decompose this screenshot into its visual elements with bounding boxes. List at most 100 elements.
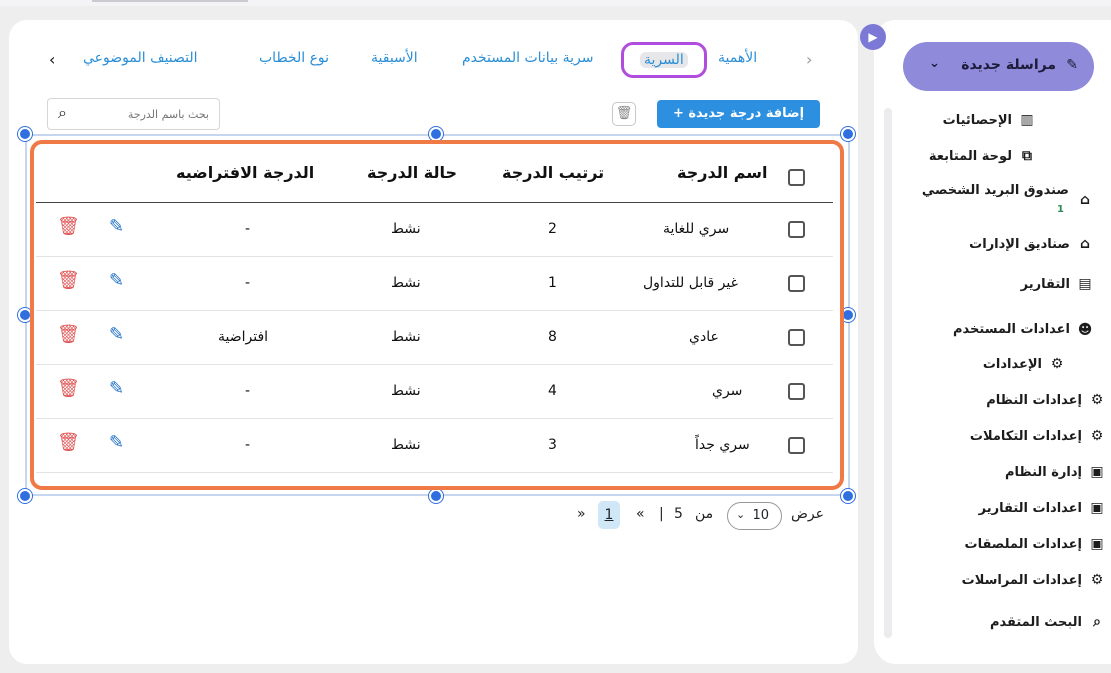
- column-name: اسم الدرجة: [677, 163, 768, 182]
- prev-page-button[interactable]: «: [636, 506, 645, 522]
- sidebar-item-system-settings[interactable]: ⚙ إعدادات النظام: [888, 390, 1111, 414]
- row-checkbox[interactable]: [788, 383, 805, 400]
- sidebar-item-reports[interactable]: ◀ ▤ التقارير: [888, 274, 1111, 298]
- trash-icon[interactable]: 🗑: [57, 270, 80, 291]
- sidebar-item-advanced-search[interactable]: ⌕ البحث المتقدم: [888, 612, 1111, 636]
- sidebar-item-label: البحث المتقدم: [989, 615, 1082, 630]
- cell-order: 3: [548, 437, 557, 453]
- table-header: اسم الدرجة ترتيب الدرجة حالة الدرجة الدر…: [36, 151, 833, 203]
- tab-subject-classification[interactable]: التصنيف الموضوعي: [83, 50, 198, 66]
- compose-button[interactable]: ✎ مراسلة جديدة ⌄: [903, 42, 1094, 91]
- chevron-down-icon: ⌄: [736, 508, 746, 521]
- next-page-button[interactable]: »: [577, 506, 586, 522]
- trash-icon[interactable]: 🗑: [57, 432, 80, 453]
- edit-icon[interactable]: ✎: [109, 324, 124, 345]
- edit-icon[interactable]: ✎: [109, 216, 124, 237]
- tab-confidentiality[interactable]: السرية: [621, 42, 707, 78]
- select-all-checkbox[interactable]: [788, 169, 805, 186]
- user-gear-icon: ☻: [1077, 322, 1093, 338]
- sidebar-item-system-management[interactable]: ▣ إدارة النظام: [888, 462, 1111, 486]
- page-size-value: 10: [752, 508, 769, 523]
- card-icon: ▣: [1090, 500, 1104, 516]
- cell-name: عادي: [689, 329, 719, 345]
- gear-icon: ⚙: [1090, 392, 1104, 408]
- inbox-icon: ⌂: [1079, 192, 1091, 208]
- edit-icon[interactable]: ✎: [109, 378, 124, 399]
- current-page-button[interactable]: 1: [598, 501, 620, 529]
- table-row: عادي 8 نشط افتراضية ✎ 🗑: [36, 311, 833, 365]
- cell-default: -: [245, 221, 251, 237]
- sidebar-item-label: صناديق الإدارات: [969, 237, 1070, 252]
- bulk-delete-button[interactable]: 🗑: [612, 102, 636, 126]
- sidebar-item-personal-inbox[interactable]: ◀ ⌂ صندوق البريد الشخصي 1: [888, 180, 1111, 215]
- resize-handle[interactable]: [841, 127, 855, 141]
- sidebar: ✎ مراسلة جديدة ⌄ ▥ الإحصائيات ⧉ لوحة الم…: [874, 20, 1111, 664]
- table-row: غير قابل للتداول 1 نشط - ✎ 🗑: [36, 257, 833, 311]
- edit-icon[interactable]: ✎: [109, 270, 124, 291]
- search-input[interactable]: [89, 105, 209, 123]
- trash-icon[interactable]: 🗑: [57, 324, 80, 345]
- pencil-icon: ✎: [1066, 57, 1078, 73]
- tab-label: السرية: [640, 52, 688, 68]
- cell-name: سري جداً: [695, 437, 750, 453]
- page-size-select[interactable]: 10 ⌄: [727, 502, 782, 530]
- resize-handle[interactable]: [429, 489, 443, 503]
- of-label: من: [695, 506, 714, 522]
- sidebar-item-integrations-settings[interactable]: ⚙ إعدادات التكاملات: [888, 426, 1111, 450]
- sidebar-item-department-inboxes[interactable]: ◀ ⌂ صناديق الإدارات: [888, 234, 1111, 258]
- resize-handle[interactable]: [18, 489, 32, 503]
- sidebar-item-label: إعدادات الملصقات: [964, 537, 1083, 552]
- row-checkbox[interactable]: [788, 437, 805, 454]
- tab-priority[interactable]: الأسبقية: [371, 50, 418, 66]
- compose-label: مراسلة جديدة: [961, 57, 1056, 73]
- row-checkbox[interactable]: [788, 329, 805, 346]
- sidebar-item-correspondence-settings[interactable]: ⚙ إعدادات المراسلات: [888, 570, 1111, 594]
- column-default: الدرجة الافتراضيه: [176, 163, 315, 182]
- sidebar-item-dashboard[interactable]: ⧉ لوحة المتابعة: [888, 146, 1111, 170]
- resize-handle[interactable]: [841, 489, 855, 503]
- search-icon: ⌕: [1093, 614, 1101, 630]
- column-status: حالة الدرجة: [367, 163, 457, 182]
- sidebar-item-label: صندوق البريد الشخصي: [921, 183, 1069, 198]
- cell-default: افتراضية: [218, 329, 269, 345]
- sidebar-item-reports-settings[interactable]: ▣ اعدادات التقارير: [888, 498, 1111, 522]
- tab-importance[interactable]: الأهمية: [718, 50, 757, 66]
- tab-letter-type[interactable]: نوع الخطاب: [259, 50, 329, 66]
- column-order: ترتيب الدرجة: [502, 163, 605, 182]
- sidebar-item-user-settings[interactable]: ◀ ☻ اعدادات المستخدم: [888, 316, 1111, 340]
- sidebar-item-statistics[interactable]: ▥ الإحصائيات: [888, 110, 1111, 134]
- inbox-icon: ⌂: [1079, 236, 1091, 252]
- sidebar-item-label: الإعدادات: [982, 357, 1042, 372]
- edit-icon[interactable]: ✎: [109, 432, 124, 453]
- sidebar-item-label: اعدادات المستخدم: [952, 322, 1070, 337]
- sidebar-item-labels-settings[interactable]: ▣ إعدادات الملصقات: [888, 534, 1111, 558]
- sidebar-item-label: لوحة المتابعة: [928, 149, 1012, 164]
- chevron-left-icon[interactable]: ‹: [49, 50, 55, 69]
- row-checkbox[interactable]: [788, 221, 805, 238]
- search-box[interactable]: ⌕: [47, 98, 220, 130]
- cell-status: نشط: [391, 329, 421, 345]
- total-pages: 5: [674, 506, 683, 522]
- trash-icon[interactable]: 🗑: [57, 216, 80, 237]
- bar-chart-icon: ▥: [1020, 112, 1034, 128]
- table-row: سري جداً 3 نشط - ✎ 🗑: [36, 419, 833, 473]
- add-degree-button[interactable]: + إضافة درجة جديدة: [657, 100, 820, 128]
- card-icon: ▣: [1090, 464, 1104, 480]
- trash-icon[interactable]: 🗑: [57, 378, 80, 399]
- gear-icon: ⚙: [1090, 572, 1104, 588]
- chevron-down-icon[interactable]: ⌄: [929, 56, 940, 71]
- cell-status: نشط: [391, 383, 421, 399]
- cell-default: -: [245, 383, 251, 399]
- resize-handle[interactable]: [429, 127, 443, 141]
- cell-status: نشط: [391, 437, 421, 453]
- row-checkbox[interactable]: [788, 275, 805, 292]
- main-card: › الأهمية السرية سرية بيانات المستخدم ال…: [9, 20, 858, 664]
- chevron-right-icon[interactable]: ›: [806, 50, 812, 69]
- resize-handle[interactable]: [18, 127, 32, 141]
- sidebar-item-settings[interactable]: ▲ ⚙ الإعدادات: [888, 354, 1111, 378]
- sidebar-item-label: إدارة النظام: [1005, 465, 1082, 480]
- gear-icon: ⚙: [1050, 356, 1064, 372]
- cell-status: نشط: [391, 275, 421, 291]
- tab-user-data-confidentiality[interactable]: سرية بيانات المستخدم: [462, 50, 594, 66]
- sidebar-toggle-button[interactable]: ▶: [860, 24, 886, 50]
